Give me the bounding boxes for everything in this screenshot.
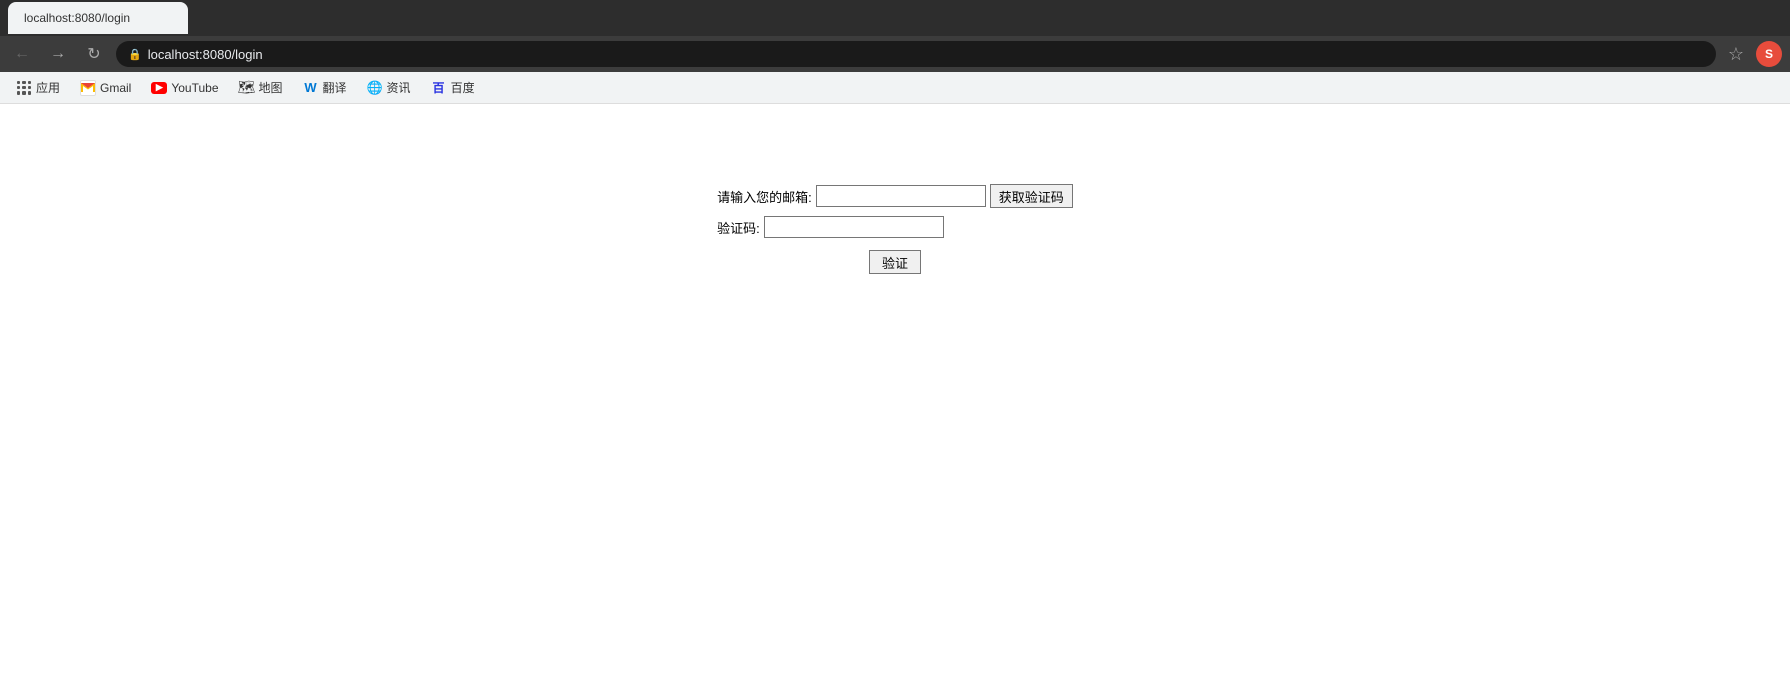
bookmark-baidu[interactable]: 百 百度 <box>423 75 483 100</box>
forward-button[interactable]: → <box>44 40 72 68</box>
bookmark-gmail-label: Gmail <box>100 81 131 95</box>
code-label: 验证码: <box>717 218 760 237</box>
tab-title: localhost:8080/login <box>24 11 130 25</box>
address-bar-row: ← → ↻ 🔒 localhost:8080/login ☆ S <box>0 36 1790 72</box>
gmail-icon <box>80 80 96 96</box>
youtube-icon: ▶ <box>151 80 167 96</box>
translate-icon: W <box>303 80 319 96</box>
bookmark-translate-label: 翻译 <box>323 79 347 96</box>
bookmark-star-button[interactable]: ☆ <box>1724 40 1748 69</box>
tab-bar: localhost:8080/login <box>0 0 1790 36</box>
address-bar[interactable]: 🔒 localhost:8080/login <box>116 41 1716 67</box>
bookmark-news-label: 资讯 <box>387 79 411 96</box>
star-icon: ☆ <box>1728 44 1744 64</box>
verify-button[interactable]: 验证 <box>869 250 921 274</box>
verify-row: 验证 <box>717 250 1073 274</box>
apps-icon <box>16 80 32 96</box>
back-icon: ← <box>14 45 30 63</box>
bookmark-apps-label: 应用 <box>36 79 60 96</box>
address-text: localhost:8080/login <box>148 47 263 62</box>
code-row: 验证码: <box>717 216 944 238</box>
baidu-icon: 百 <box>431 80 447 96</box>
email-row: 请输入您的邮箱: 获取验证码 <box>717 184 1073 208</box>
news-icon: 🌐 <box>367 80 383 96</box>
bookmark-translate[interactable]: W 翻译 <box>295 75 355 100</box>
bookmark-maps[interactable]: 🗺 地图 <box>231 75 291 100</box>
code-input[interactable] <box>764 216 944 238</box>
bookmark-gmail[interactable]: Gmail <box>72 76 139 100</box>
email-input[interactable] <box>816 185 986 207</box>
get-code-button[interactable]: 获取验证码 <box>990 184 1073 208</box>
bookmark-youtube-label: YouTube <box>171 81 218 95</box>
bookmark-youtube[interactable]: ▶ YouTube <box>143 76 226 100</box>
email-label: 请输入您的邮箱: <box>717 187 812 206</box>
bookmark-news[interactable]: 🌐 资讯 <box>359 75 419 100</box>
back-button[interactable]: ← <box>8 40 36 68</box>
bookmark-apps[interactable]: 应用 <box>8 75 68 100</box>
profile-button[interactable]: S <box>1756 41 1782 67</box>
bookmarks-bar: 应用 Gmail ▶ YouTube 🗺 地图 <box>0 72 1790 104</box>
profile-initial: S <box>1765 47 1773 61</box>
forward-icon: → <box>50 45 66 63</box>
browser-chrome: localhost:8080/login ← → ↻ 🔒 localhost:8… <box>0 0 1790 104</box>
bookmark-baidu-label: 百度 <box>451 79 475 96</box>
page-content: 请输入您的邮箱: 获取验证码 验证码: 验证 <box>0 104 1790 676</box>
refresh-button[interactable]: ↻ <box>80 40 108 68</box>
browser-tab[interactable]: localhost:8080/login <box>8 2 188 34</box>
lock-icon: 🔒 <box>128 48 142 61</box>
bookmark-maps-label: 地图 <box>259 79 283 96</box>
login-form: 请输入您的邮箱: 获取验证码 验证码: 验证 <box>717 184 1073 274</box>
refresh-icon: ↻ <box>87 44 100 64</box>
maps-icon: 🗺 <box>239 80 255 96</box>
